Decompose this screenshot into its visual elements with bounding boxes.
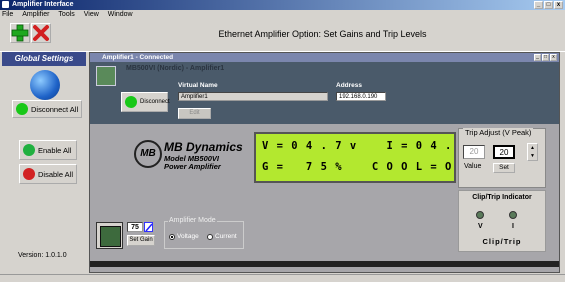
enable-all-button[interactable]: Enable All (19, 140, 77, 160)
toolbar-title: Ethernet Amplifier Option: Set Gains and… (218, 29, 427, 39)
trip-spinner[interactable]: ▲ ▼ (527, 143, 538, 161)
gain-block: 75 Set Gain (94, 220, 155, 254)
address-label: Address (336, 82, 363, 89)
disable-all-button[interactable]: Disable All (19, 164, 77, 184)
voltage-led-icon (476, 211, 484, 219)
enable-all-label: Enable All (38, 145, 72, 155)
disconnect-all-label: Disconnect All (31, 104, 79, 114)
brand-name: MB Dynamics (164, 140, 243, 154)
clip-i-label: I (512, 223, 514, 230)
radio-unselected-icon (207, 233, 213, 240)
trip-adjust-panel: Trip Adjust (V Peak) 20 20 ▲ ▼ Value Set (458, 128, 546, 188)
trip-current-value: 20 (463, 145, 485, 159)
menu-amplifier[interactable]: Amplifier (22, 11, 49, 18)
clip-trip-panel: Clip/Trip Indicator V I Clip/Trip (458, 190, 546, 252)
amplifier-header: MB500VI (Nordic) - Amplifier1 Disconnect… (90, 62, 559, 124)
disable-all-label: Disable All (38, 169, 74, 179)
amp-minimize-button[interactable]: _ (534, 54, 541, 61)
close-button[interactable]: x (554, 1, 563, 9)
amplifier-mode-group: Amplifier Mode Voltage Current (164, 217, 244, 249)
lcd-line-2: G = 7 5 % C O O L = O F F (262, 161, 482, 173)
lcd-line-1: V = 0 4 . 7 v I = 0 4 . 3 a (262, 140, 482, 152)
gain-value-field[interactable]: 75 (127, 222, 143, 232)
menu-bar: File Amplifier Tools View Window (0, 10, 565, 20)
trip-value-label: Value (464, 163, 482, 170)
amplifier-logo-icon (96, 66, 116, 86)
menu-tools[interactable]: Tools (58, 11, 74, 18)
radio-selected-icon (169, 233, 175, 240)
toolbar: Ethernet Amplifier Option: Set Gains and… (0, 20, 565, 52)
global-settings-panel: Global Settings Disconnect All Enable Al… (2, 52, 86, 272)
app-title-bar[interactable]: Amplifier Interface _ □ x (0, 0, 565, 10)
current-label: Current (215, 233, 237, 240)
virtual-name-field[interactable]: Amplifier1 (178, 92, 328, 101)
menu-view[interactable]: View (84, 11, 99, 18)
app-title: Amplifier Interface (12, 1, 74, 8)
gain-slider-icon[interactable] (144, 222, 153, 232)
disconnect-all-button[interactable]: Disconnect All (12, 100, 82, 118)
address-field[interactable]: 192.168.0.190 (336, 92, 386, 101)
disconnect-label: Disconnect (140, 99, 170, 105)
app-icon (2, 1, 9, 8)
trip-adjust-title: Trip Adjust (V Peak) (463, 128, 534, 137)
voltage-radio[interactable]: Voltage (169, 233, 199, 240)
device-heading: MB500VI (Nordic) - Amplifier1 (126, 65, 225, 72)
edit-button[interactable]: Edit (178, 108, 211, 119)
amplifier-mode-title: Amplifier Mode (168, 217, 217, 224)
menu-file[interactable]: File (2, 11, 13, 18)
lcd-display: V = 0 4 . 7 v I = 0 4 . 3 a G = 7 5 % C … (254, 132, 481, 183)
brand-description: Power Amplifier (164, 162, 221, 171)
current-radio[interactable]: Current (207, 233, 237, 240)
trip-value-input[interactable]: 20 (493, 145, 515, 159)
clip-trip-label: Clip/Trip (482, 237, 522, 246)
maximize-button[interactable]: □ (544, 1, 553, 9)
set-gain-button[interactable]: Set Gain (127, 235, 155, 246)
clip-v-label: V (478, 223, 483, 230)
current-led-icon (509, 211, 517, 219)
gain-meter-icon (96, 222, 123, 249)
clip-trip-title: Clip/Trip Indicator (472, 194, 532, 201)
enable-icon (23, 144, 35, 156)
global-settings-title: Global Settings (2, 52, 86, 66)
voltage-label: Voltage (177, 233, 199, 240)
minimize-button[interactable]: _ (534, 1, 543, 9)
amplifier-window-title[interactable]: Amplifier1 - Connected (90, 53, 559, 62)
connection-status-icon (125, 96, 137, 108)
version-label: Version: 1.0.1.0 (18, 252, 67, 259)
amplifier-window: Amplifier1 - Connected _ □ x MB500VI (No… (89, 52, 560, 273)
globe-icon (30, 70, 60, 100)
menu-window[interactable]: Window (108, 11, 133, 18)
amp-maximize-button[interactable]: □ (542, 54, 549, 61)
disable-icon (23, 168, 35, 180)
bottom-strip (90, 261, 559, 267)
amplifier-body: MB MB Dynamics Model MB500VI Power Ampli… (90, 124, 559, 272)
trip-set-button[interactable]: Set (493, 163, 515, 173)
status-dot-icon (16, 103, 28, 115)
disconnect-button[interactable]: Disconnect (121, 92, 170, 112)
amp-close-button[interactable]: x (550, 54, 557, 61)
mb-logo-icon: MB (134, 140, 162, 168)
virtual-name-label: Virtual Name (178, 82, 218, 89)
